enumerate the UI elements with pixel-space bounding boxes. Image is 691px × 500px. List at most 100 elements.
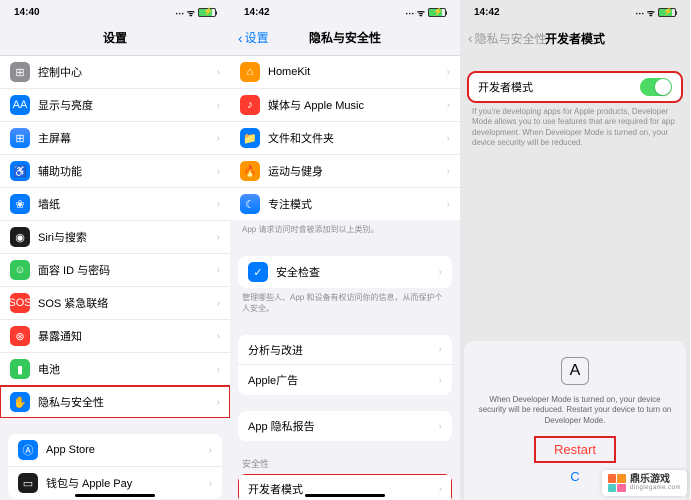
- developer-mode-toggle-row[interactable]: 开发者模式: [468, 72, 682, 102]
- status-bar: 14:42 ⋯ ᯤ: [460, 0, 690, 20]
- siri-search-icon: ◉: [10, 227, 30, 247]
- home-screen-icon: ⊞: [10, 128, 30, 148]
- chevron-right-icon: ›: [447, 199, 450, 210]
- back-button[interactable]: ‹隐私与安全性: [468, 30, 547, 47]
- row-label: 文件和文件夹: [268, 130, 447, 146]
- row-label: 暴露通知: [38, 328, 217, 344]
- battery-icon: [198, 8, 216, 17]
- safety-check-icon: ✓: [248, 262, 268, 282]
- section-note: App 请求访问时會被添加到以上类别。: [230, 220, 460, 240]
- wifi-icon: ⋯ ᯤ: [175, 6, 195, 19]
- row-label: 隐私与安全性: [38, 394, 217, 410]
- chevron-right-icon: ›: [439, 267, 442, 278]
- row-accessibility[interactable]: ♿ 辅助功能›: [0, 155, 230, 188]
- row-label: App 隐私报告: [248, 418, 439, 434]
- wallpaper-icon: ❀: [10, 194, 30, 214]
- row-label: 媒体与 Apple Music: [268, 97, 447, 113]
- chevron-right-icon: ›: [209, 445, 212, 456]
- row-label: 辅助功能: [38, 163, 217, 179]
- header: ‹隐私与安全性 开发者模式: [460, 20, 690, 56]
- chevron-right-icon: ›: [447, 133, 450, 144]
- home-indicator: [75, 494, 155, 497]
- row-label: 专注模式: [268, 196, 447, 212]
- row-home-screen[interactable]: ⊞主屏幕›: [0, 122, 230, 155]
- battery-icon: [658, 8, 676, 17]
- chevron-right-icon: ›: [209, 478, 212, 489]
- row-sos[interactable]: SOSSOS 紧急联络›: [0, 287, 230, 320]
- privacy-screen: 14:42 ⋯ ᯤ ‹设置 隐私与安全性 ⌂HomeKit› ♪ 媒体与 Apple…: [230, 0, 460, 500]
- accessibility-icon: ♿: [10, 161, 30, 181]
- toggle-label: 开发者模式: [478, 79, 640, 95]
- row-apple-ads[interactable]: Apple广告›: [238, 365, 452, 395]
- row-homekit[interactable]: ⌂HomeKit›: [230, 56, 460, 89]
- fitness-icon: 🔥: [240, 161, 260, 181]
- developer-note: If you're developing apps for Apple prod…: [460, 102, 690, 154]
- row-safety-check[interactable]: ✓安全检查›: [238, 256, 452, 288]
- row-privacy[interactable]: ✋隐私与安全性›: [0, 386, 230, 418]
- chevron-right-icon: ›: [439, 421, 442, 432]
- row-privacy-report[interactable]: App 隐私报告›: [238, 411, 452, 441]
- row-label: 面容 ID 与密码: [38, 262, 217, 278]
- status-bar: 14:40 ⋯ ᯤ: [0, 0, 230, 20]
- wifi-icon: ⋯ ᯤ: [635, 6, 655, 19]
- chevron-back-icon: ‹: [238, 30, 243, 46]
- row-exposure[interactable]: ⊛暴露通知›: [0, 320, 230, 353]
- chevron-right-icon: ›: [447, 67, 450, 78]
- row-label: SOS 紧急联络: [38, 295, 217, 311]
- row-wallpaper[interactable]: ❀墙纸›: [0, 188, 230, 221]
- row-display-brightness[interactable]: AA显示与亮度›: [0, 89, 230, 122]
- row-media[interactable]: ♪ 媒体与 Apple Music›: [230, 89, 460, 122]
- row-label: 电池: [38, 361, 217, 377]
- page-title: 开发者模式: [545, 30, 605, 47]
- chevron-right-icon: ›: [217, 298, 220, 309]
- chevron-right-icon: ›: [217, 133, 220, 144]
- files-icon: 📁: [240, 128, 260, 148]
- media-icon: ♪: [240, 95, 260, 115]
- chevron-right-icon: ›: [447, 100, 450, 111]
- status-time: 14:40: [14, 7, 40, 18]
- app-store-icon: Ⓐ: [18, 440, 38, 460]
- status-bar: 14:42 ⋯ ᯤ: [230, 0, 460, 20]
- restart-button[interactable]: Restart: [536, 438, 614, 461]
- row-face-id[interactable]: ☺ 面容 ID 与密码›: [0, 254, 230, 287]
- chevron-right-icon: ›: [217, 364, 220, 375]
- chevron-right-icon: ›: [217, 67, 220, 78]
- row-fitness[interactable]: 🔥 运动与健身›: [230, 155, 460, 188]
- watermark-logo-icon: [608, 474, 626, 492]
- row-app-store[interactable]: ⒶApp Store›: [8, 434, 222, 467]
- page-title: 隐私与安全性: [309, 29, 381, 46]
- row-battery[interactable]: ▮ 电池›: [0, 353, 230, 386]
- focus-icon: ☾: [240, 194, 260, 214]
- chevron-right-icon: ›: [217, 166, 220, 177]
- control-center-icon: ⊞: [10, 62, 30, 82]
- back-button[interactable]: ‹设置: [238, 29, 269, 46]
- row-focus[interactable]: ☾ 专注模式›: [230, 188, 460, 220]
- section-label: 安全性: [230, 457, 460, 474]
- face-id-icon: ☺: [10, 260, 30, 280]
- battery-icon: ▮: [10, 359, 30, 379]
- app-icon: A: [561, 357, 589, 385]
- row-label: 分析与改进: [248, 342, 439, 358]
- chevron-right-icon: ›: [447, 166, 450, 177]
- row-label: 运动与健身: [268, 163, 447, 179]
- status-time: 14:42: [474, 7, 500, 18]
- wallet-icon: ▭: [18, 473, 38, 493]
- row-analytics[interactable]: 分析与改进›: [238, 335, 452, 365]
- chevron-right-icon: ›: [217, 265, 220, 276]
- toggle-switch[interactable]: [640, 78, 672, 96]
- row-label: Apple广告: [248, 372, 439, 388]
- chevron-right-icon: ›: [217, 232, 220, 243]
- row-label: HomeKit: [268, 66, 447, 78]
- privacy-icon: ✋: [10, 392, 30, 412]
- overlay-message: When Developer Mode is turned on, your d…: [464, 395, 686, 438]
- row-control-center[interactable]: ⊞控制中心›: [0, 56, 230, 89]
- chevron-right-icon: ›: [439, 375, 442, 386]
- row-siri-search[interactable]: ◉Siri与搜索›: [0, 221, 230, 254]
- page-title: 设置: [103, 29, 127, 46]
- battery-icon: [428, 8, 446, 17]
- chevron-right-icon: ›: [217, 199, 220, 210]
- cancel-button[interactable]: C: [570, 469, 579, 484]
- row-files[interactable]: 📁 文件和文件夹›: [230, 122, 460, 155]
- wifi-icon: ⋯ ᯤ: [405, 6, 425, 19]
- developer-mode-screen: 14:42 ⋯ ᯤ ‹隐私与安全性 开发者模式 开发者模式 If you're …: [460, 0, 690, 500]
